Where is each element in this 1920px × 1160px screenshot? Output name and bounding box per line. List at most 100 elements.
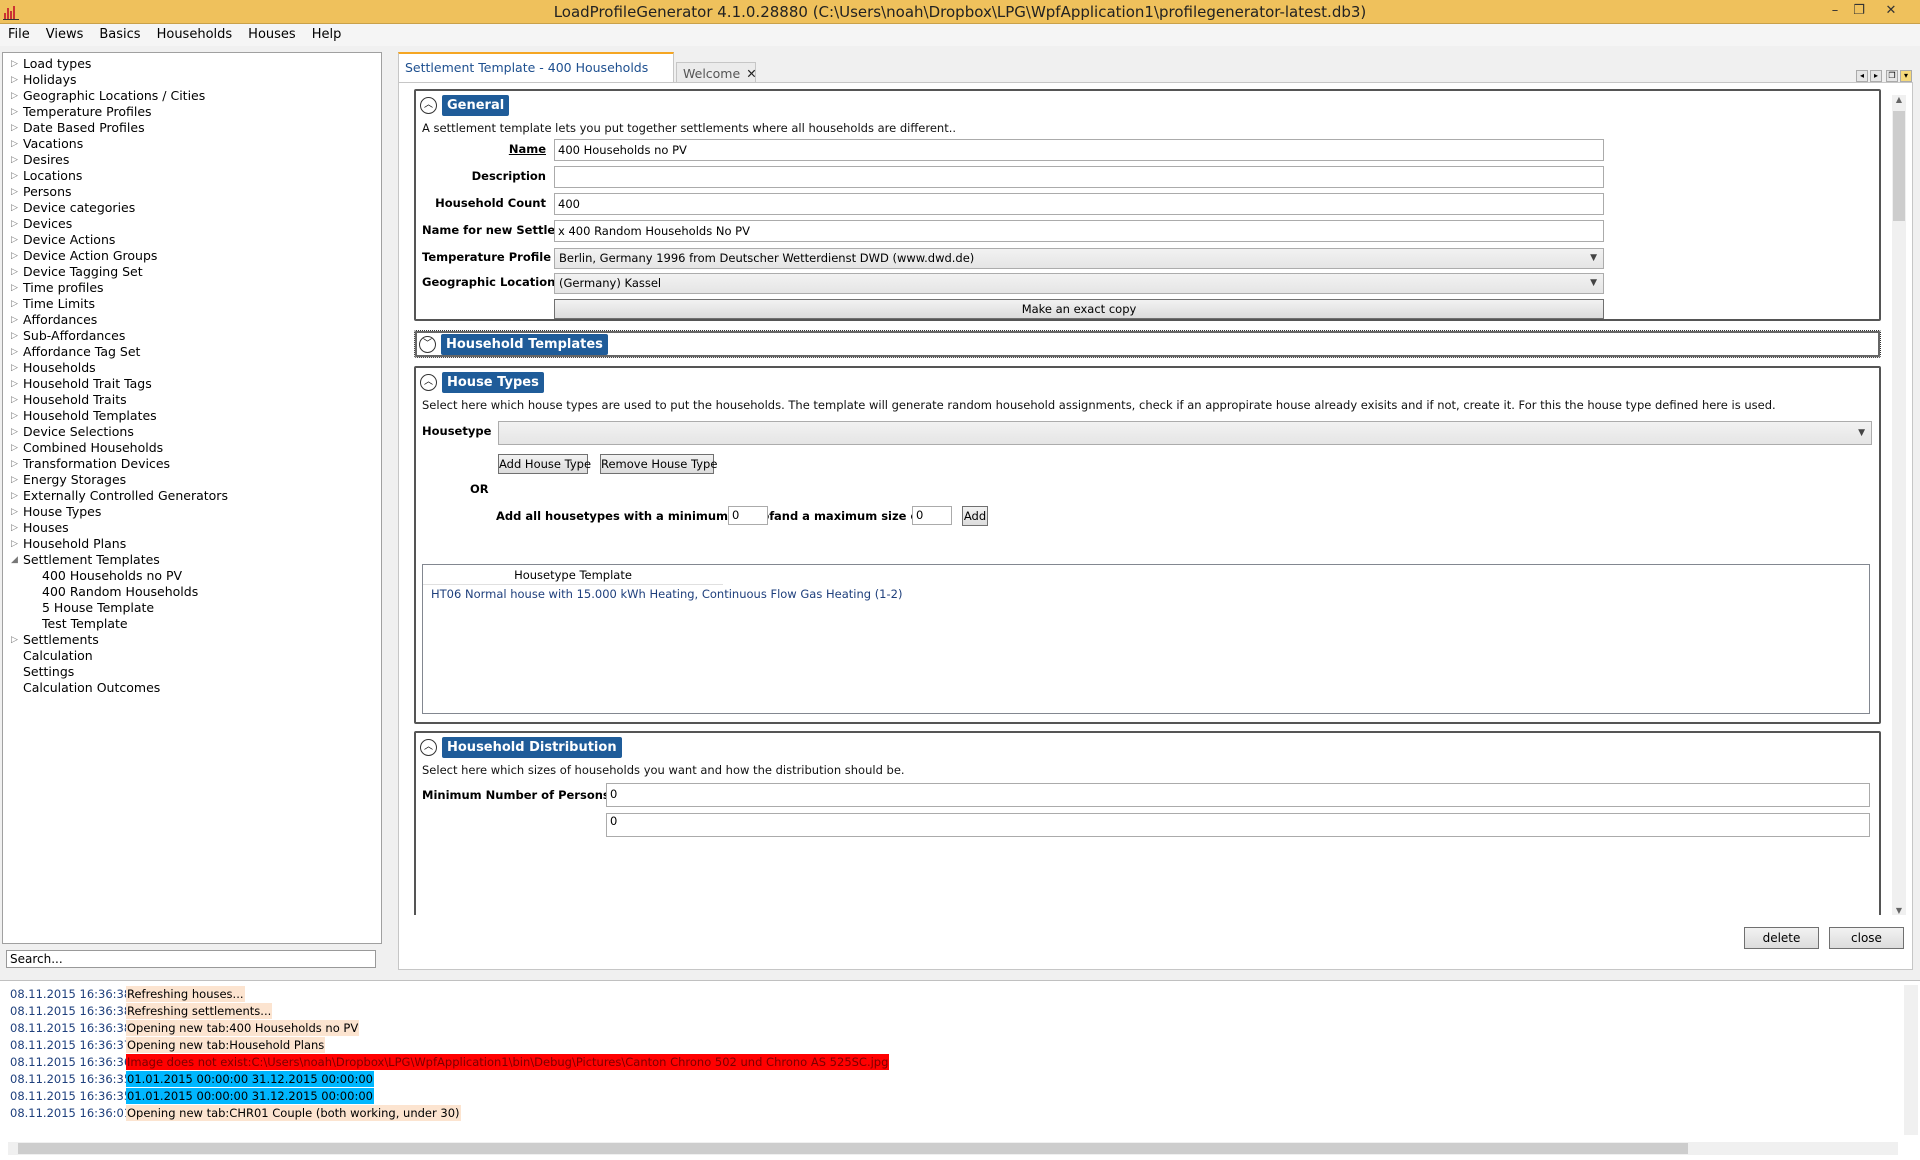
tree-item[interactable]: ▷ Time Limits (3, 296, 381, 312)
scroll-tabs-left-icon[interactable]: ◂ (1856, 70, 1868, 82)
collapsed-arrow-icon[interactable]: ▷ (11, 424, 18, 440)
tree-item[interactable]: ▷ Holidays (3, 72, 381, 88)
log-row[interactable]: 08.11.2015 16:36:3501.01.2015 00:00:00 3… (10, 1088, 374, 1104)
add-house-type-button[interactable]: Add House Type (498, 454, 591, 474)
housetype-template-column-header[interactable]: Housetype Template (423, 565, 723, 585)
collapsed-arrow-icon[interactable]: ▷ (11, 456, 18, 472)
min-size-field[interactable]: 0 (728, 506, 768, 525)
tree-item[interactable]: ▷ Temperature Profiles (3, 104, 381, 120)
make-exact-copy-button[interactable]: Make an exact copy (554, 299, 1604, 319)
collapsed-arrow-icon[interactable]: ▷ (11, 328, 18, 344)
tab-welcome[interactable]: Welcome ✕ (676, 62, 757, 84)
tree-item[interactable]: 400 Households no PV (3, 568, 381, 584)
tree-item[interactable]: ▷ Locations (3, 168, 381, 184)
menu-households[interactable]: Households (149, 24, 241, 46)
collapsed-arrow-icon[interactable]: ▷ (11, 168, 18, 184)
collapsed-arrow-icon[interactable]: ▷ (11, 312, 18, 328)
tree-item[interactable]: ▷ Affordances (3, 312, 381, 328)
collapsed-arrow-icon[interactable]: ▷ (11, 440, 18, 456)
scrollbar-thumb[interactable] (1893, 111, 1905, 221)
collapsed-arrow-icon[interactable]: ▷ (11, 152, 18, 168)
minimize-button[interactable]: – (1824, 2, 1846, 20)
tree-item[interactable]: ▷ Household Templates (3, 408, 381, 424)
temperature-profile-select[interactable]: Berlin, Germany 1996 from Deutscher Wett… (554, 248, 1604, 269)
collapsed-arrow-icon[interactable]: ▷ (11, 488, 18, 504)
window-list-icon[interactable]: ❐ (1886, 70, 1898, 82)
collapsed-arrow-icon[interactable]: ▷ (11, 296, 18, 312)
tree-item[interactable]: ◢ Settlement Templates (3, 552, 381, 568)
collapsed-arrow-icon[interactable]: ▷ (11, 120, 18, 136)
tree-item[interactable]: 5 House Template (3, 600, 381, 616)
tab-settlement-template[interactable]: Settlement Template - 400 Households no … (398, 52, 674, 103)
pin-tab-icon[interactable]: ▾ (1900, 70, 1912, 82)
maximize-button[interactable]: ❐ (1848, 2, 1870, 20)
collapsed-arrow-icon[interactable]: ▷ (11, 184, 18, 200)
collapsed-arrow-icon[interactable]: ▷ (11, 200, 18, 216)
collapsed-arrow-icon[interactable]: ▷ (11, 232, 18, 248)
tree-item[interactable]: ▷ Transformation Devices (3, 456, 381, 472)
tree-item[interactable]: ▷ Desires (3, 152, 381, 168)
tree-item[interactable]: ▷ Device Action Groups (3, 248, 381, 264)
collapse-chevron-up-icon[interactable]: ︿ (420, 97, 437, 114)
tree-item[interactable]: ▷ Energy Storages (3, 472, 381, 488)
tree-item[interactable]: ▷ Houses (3, 520, 381, 536)
search-input[interactable]: Search... (6, 950, 376, 968)
menu-basics[interactable]: Basics (91, 24, 148, 46)
tree-item[interactable]: ▷ Combined Households (3, 440, 381, 456)
next-distribution-field[interactable]: 0 (606, 813, 1870, 837)
scrollbar-thumb[interactable] (18, 1143, 1688, 1154)
tree-item[interactable]: ▷ Sub-Affordances (3, 328, 381, 344)
tree-item[interactable]: ▷ Household Traits (3, 392, 381, 408)
editor-vertical-scrollbar[interactable]: ▲ ▼ (1892, 95, 1906, 915)
collapsed-arrow-icon[interactable]: ▷ (11, 472, 18, 488)
collapsed-arrow-icon[interactable]: ▷ (11, 376, 18, 392)
collapsed-arrow-icon[interactable]: ▷ (11, 104, 18, 120)
tree-item[interactable]: ▷ Time profiles (3, 280, 381, 296)
tree-item[interactable]: ▷ Device categories (3, 200, 381, 216)
collapse-chevron-up-icon[interactable]: ︿ (420, 374, 437, 391)
add-housetypes-by-size-button[interactable]: Add (962, 506, 988, 526)
tree-item[interactable]: ▷ Settlements (3, 632, 381, 648)
tree-item[interactable]: ▷ Affordance Tag Set (3, 344, 381, 360)
household-count-field[interactable]: 400 (554, 193, 1604, 215)
log-row[interactable]: 08.11.2015 16:36:01Opening new tab:CHR01… (10, 1105, 461, 1121)
tree-item[interactable]: 400 Random Households (3, 584, 381, 600)
log-horizontal-scrollbar[interactable] (8, 1142, 1898, 1155)
tree-item[interactable]: Test Template (3, 616, 381, 632)
close-tab-icon[interactable]: ✕ (746, 66, 756, 81)
scroll-tabs-right-icon[interactable]: ▸ (1870, 70, 1882, 82)
log-row[interactable]: 08.11.2015 16:36:38Opening new tab:400 H… (10, 1020, 360, 1036)
new-settlement-name-field[interactable]: x 400 Random Households No PV (554, 220, 1604, 242)
tree-item[interactable]: ▷ Vacations (3, 136, 381, 152)
name-field[interactable]: 400 Households no PV (554, 139, 1604, 161)
geographic-location-select[interactable]: (Germany) Kassel ▼ (554, 273, 1604, 294)
tree-item[interactable]: ▷ Household Plans (3, 536, 381, 552)
description-field[interactable] (554, 166, 1604, 188)
menu-file[interactable]: File (0, 24, 38, 46)
collapsed-arrow-icon[interactable]: ▷ (11, 504, 18, 520)
tree-item[interactable]: ▷ Date Based Profiles (3, 120, 381, 136)
collapsed-arrow-icon[interactable]: ▷ (11, 280, 18, 296)
remove-house-type-button[interactable]: Remove House Type (600, 454, 717, 474)
collapsed-arrow-icon[interactable]: ▷ (11, 392, 18, 408)
tree-item[interactable]: ▷ House Types (3, 504, 381, 520)
tree-item[interactable]: ▷ Household Trait Tags (3, 376, 381, 392)
close-button[interactable]: close (1829, 927, 1904, 949)
table-row[interactable]: HT06 Normal house with 15.000 kWh Heatin… (431, 587, 902, 601)
expand-chevron-down-icon[interactable]: ﹀ (419, 336, 436, 353)
log-row[interactable]: 08.11.2015 16:36:37Opening new tab:House… (10, 1037, 326, 1053)
tree-item[interactable]: ▷ Persons (3, 184, 381, 200)
collapsed-arrow-icon[interactable]: ▷ (11, 248, 18, 264)
collapsed-arrow-icon[interactable]: ▷ (11, 408, 18, 424)
tree-item[interactable]: Calculation (3, 648, 381, 664)
expanded-arrow-icon[interactable]: ◢ (11, 552, 18, 568)
menu-views[interactable]: Views (38, 24, 92, 46)
collapsed-arrow-icon[interactable]: ▷ (11, 536, 18, 552)
scroll-up-icon[interactable]: ▲ (1892, 95, 1906, 104)
log-row[interactable]: 08.11.2015 16:36:36Image does not exist:… (10, 1054, 890, 1070)
scroll-down-icon[interactable]: ▼ (1892, 906, 1906, 915)
title-bar[interactable]: LoadProfileGenerator 4.1.0.28880 (C:\Use… (0, 0, 1920, 24)
collapsed-arrow-icon[interactable]: ▷ (11, 344, 18, 360)
tree-item[interactable]: ▷ Externally Controlled Generators (3, 488, 381, 504)
collapse-chevron-up-icon[interactable]: ︿ (420, 739, 437, 756)
